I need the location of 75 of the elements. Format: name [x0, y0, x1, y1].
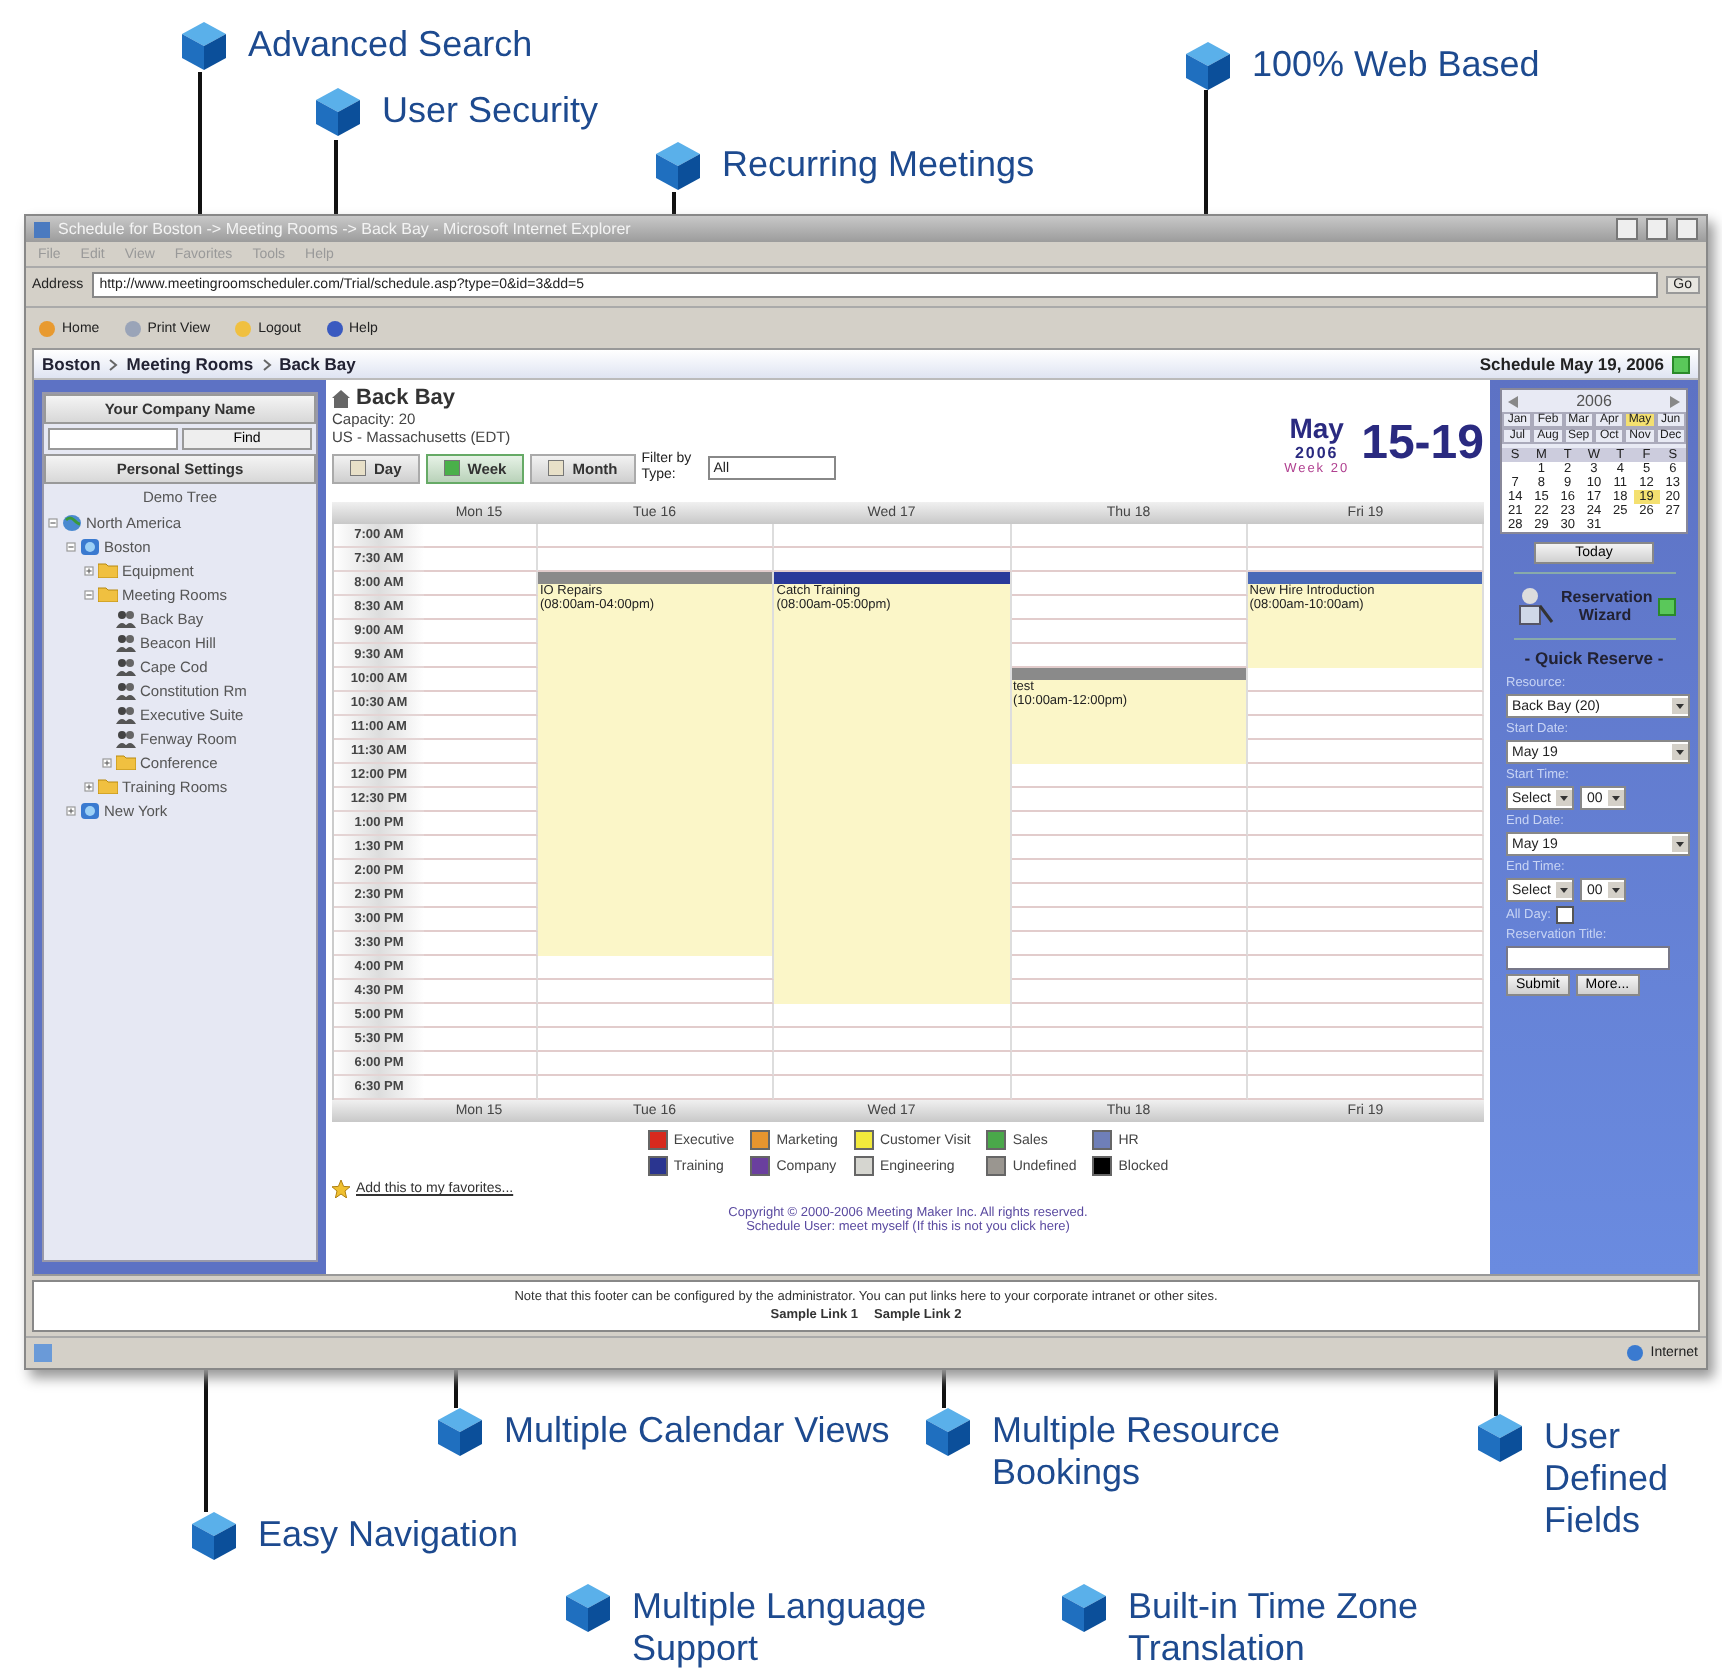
people-icon: [116, 729, 136, 747]
people-icon: [116, 681, 136, 699]
breadcrumb-link[interactable]: Boston: [42, 354, 101, 374]
search-field[interactable]: [48, 428, 178, 450]
minus-icon[interactable]: [66, 541, 76, 551]
cube-icon: [924, 1406, 972, 1458]
callout-label: Multiple Resource Bookings: [992, 1408, 1283, 1494]
chevron-icon: [261, 357, 272, 371]
leader-line: [198, 72, 202, 214]
grid-cell: [424, 1028, 538, 1052]
close-button[interactable]: [1676, 218, 1698, 240]
minimize-button[interactable]: [1616, 218, 1638, 240]
previous-icon[interactable]: [1508, 395, 1518, 407]
schedule-date: Schedule May 19, 2006: [1479, 354, 1664, 374]
dropdown-arrow-icon[interactable]: [1556, 882, 1573, 898]
room-name: Back Bay: [356, 386, 456, 410]
grid-cell: [424, 980, 538, 1004]
cube-icon: [436, 1406, 484, 1458]
title-field[interactable]: [1506, 946, 1670, 970]
period-year: 2006: [1294, 444, 1339, 462]
callout-label: Built-in Time Zone Translation: [1128, 1584, 1421, 1670]
next-icon[interactable]: [1669, 395, 1680, 407]
grid-cell: [424, 524, 538, 548]
maximize-button[interactable]: [1646, 218, 1668, 240]
leader-line: [204, 1368, 208, 1512]
window-title: Schedule for Boston -> Meeting Rooms -> Back Bay - Microsoft Internet Explorer: [58, 220, 633, 238]
cube-icon: [1060, 1582, 1108, 1634]
chevron-icon: [108, 357, 119, 371]
quick-reserve-title: - Quick Reserve -: [1524, 648, 1664, 668]
period-month: May: [1289, 412, 1344, 444]
minus-icon[interactable]: [84, 589, 94, 599]
breadcrumb-link[interactable]: Meeting Rooms: [126, 354, 254, 374]
leader-line: [942, 1368, 946, 1408]
period-range: 15-19: [1361, 416, 1484, 472]
callout-label: 100% Web Based: [1252, 42, 1542, 86]
cube-icon: [1476, 1412, 1524, 1464]
grid-cell: [424, 548, 538, 572]
callout-label: User Defined Fields: [1544, 1414, 1671, 1542]
star-icon: [332, 1180, 350, 1198]
cube-icon: [1184, 40, 1232, 92]
callout-label: User Security: [382, 88, 601, 132]
leader-line: [1204, 90, 1208, 214]
dropdown-arrow-icon[interactable]: [1672, 744, 1688, 760]
grid-cell: [424, 956, 538, 980]
cube-icon: [564, 1582, 612, 1634]
dropdown-arrow-icon[interactable]: [1556, 790, 1573, 806]
all-day-checkbox[interactable]: [1556, 906, 1575, 924]
dropdown-arrow-icon[interactable]: [1672, 836, 1688, 852]
cube-icon: [180, 20, 228, 72]
leader-line: [672, 192, 676, 214]
cube-icon: [654, 140, 702, 192]
people-icon: [116, 657, 136, 675]
leader-line: [1494, 1368, 1498, 1416]
dropdown-arrow-icon[interactable]: [1608, 790, 1625, 806]
people-icon: [116, 705, 136, 723]
callout-label: Advanced Search: [248, 22, 535, 66]
callout-label: Recurring Meetings: [722, 142, 1037, 186]
dropdown-arrow-icon[interactable]: [1672, 698, 1688, 714]
cube-icon: [314, 86, 362, 138]
breadcrumb-link[interactable]: Back Bay: [279, 354, 356, 374]
minus-icon[interactable]: [48, 517, 58, 527]
dropdown-arrow-icon[interactable]: [1608, 882, 1625, 898]
wizard-link[interactable]: Reservation Wizard: [1561, 588, 1649, 624]
callout-label: Multiple Calendar Views: [504, 1408, 892, 1452]
cube-icon: [190, 1510, 238, 1562]
grid-cell: [424, 1052, 538, 1076]
people-icon: [116, 609, 136, 627]
people-icon: [116, 633, 136, 651]
leader-line: [334, 140, 338, 214]
grid-cell: [424, 1004, 538, 1028]
callout-label: Multiple Language Support: [632, 1584, 929, 1670]
wizard-icon: [1513, 586, 1553, 626]
calendar-year: 2006: [1576, 392, 1612, 410]
callout-label: Easy Navigation: [258, 1512, 521, 1556]
leader-line: [454, 1368, 458, 1408]
